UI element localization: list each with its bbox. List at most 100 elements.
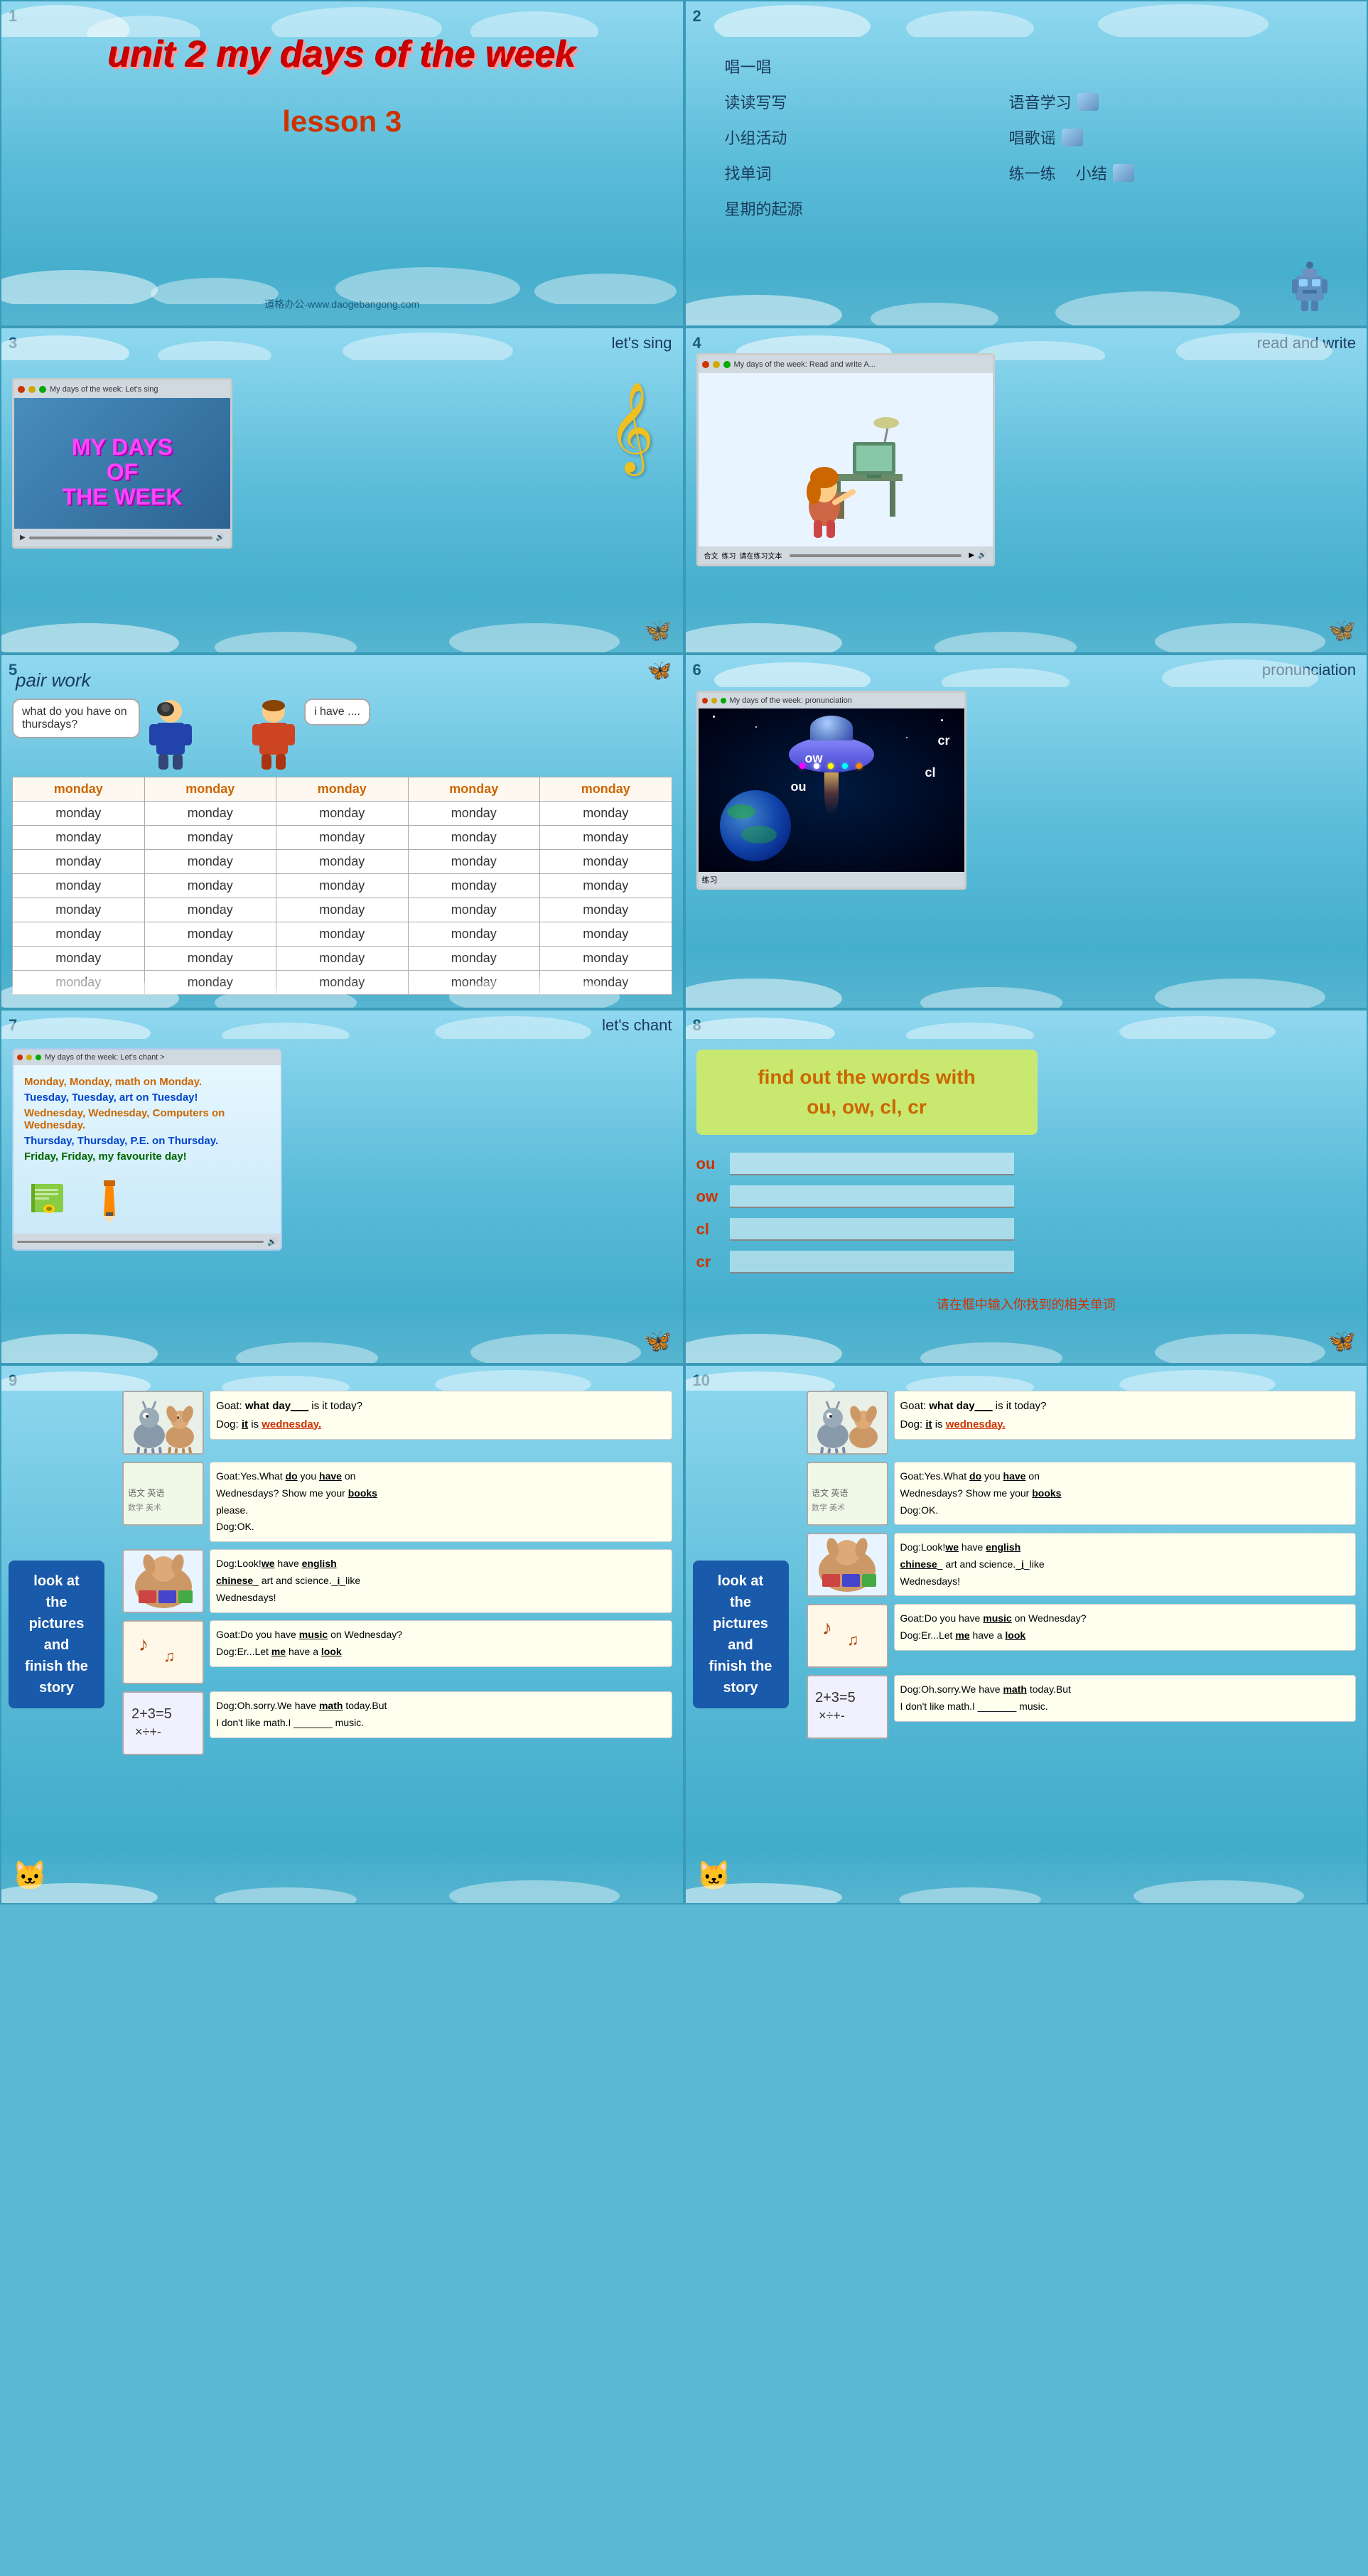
story-text-9-2: Goat:Yes.What do you have on Wednesdays?… <box>210 1462 672 1542</box>
speech-bubble-1: what do you have on thursdays? <box>12 699 140 738</box>
menu-item-practice[interactable]: 练一练 小结 <box>1009 161 1327 184</box>
character-2 <box>249 699 298 770</box>
story-panel-10-4: ♪ ♫ Goat:Do you have music on Wednesday?… <box>807 1604 1357 1668</box>
video-text-3: MY DAYSOFTHE WEEK <box>63 435 183 510</box>
word-table-cell: monday <box>144 826 276 850</box>
story-panel-10-1: Goat: what day___ is it today? Dog: it i… <box>807 1391 1357 1455</box>
word-table-cell: monday <box>144 874 276 898</box>
word-table-row: mondaymondaymondaymondaymonday <box>13 898 672 922</box>
cell-4-video[interactable]: My days of the week: Read and write A... <box>696 353 995 566</box>
menu-item-group[interactable]: 小组活动 <box>725 126 981 149</box>
story-panels-9: Goat: what day___ is it today? Dog: it i… <box>122 1391 672 1755</box>
menu-item-findword[interactable]: 找单词 <box>725 161 981 184</box>
svg-text:2+3=5: 2+3=5 <box>815 1690 856 1705</box>
ow-label: ow <box>696 1187 721 1206</box>
svg-text:数学 美术: 数学 美术 <box>128 1502 161 1512</box>
word-table-cell: monday <box>540 874 672 898</box>
ou-input[interactable] <box>730 1153 1014 1175</box>
svg-text:语文 英语: 语文 英语 <box>128 1487 164 1498</box>
ou-row: ou <box>696 1153 1357 1175</box>
cell-9: 9 look atthepicturesandfinish thestory <box>0 1364 684 1904</box>
cl-row: cl <box>696 1218 1357 1241</box>
char-img-9-5: 2+3=5 ×÷+- <box>122 1691 204 1755</box>
char-img-9-1 <box>122 1391 204 1455</box>
cell-1-subtitle: lesson 3 <box>12 104 672 139</box>
word-table-cell: monday <box>13 922 145 947</box>
word-table-cell: monday <box>144 947 276 971</box>
char-img-9-4: ♪ ♫ <box>122 1620 204 1684</box>
cell-7: 7 let's chant My days of the week: Let's… <box>0 1009 684 1364</box>
story-panel-10-5: 2+3=5 ×÷+- Dog:Oh.sorry.We have math tod… <box>807 1675 1357 1739</box>
cell-8: 8 find out the words with ou, ow, cl, cr… <box>684 1009 1368 1364</box>
word-table-cell: monday <box>540 850 672 874</box>
word-table-row: mondaymondaymondaymondaymonday <box>13 922 672 947</box>
menu-item-origin[interactable]: 星期的起源 <box>725 197 1328 220</box>
menu-item-phonics[interactable]: 语音学习 <box>1009 90 1327 113</box>
story-panel-9-4: ♪ ♫ Goat:Do you have music on Wednesday?… <box>122 1620 672 1684</box>
word-table-cell: monday <box>540 947 672 971</box>
cr-row: cr <box>696 1251 1357 1273</box>
word-table-cell: monday <box>13 898 145 922</box>
pair-work-characters: what do you have on thursdays? <box>12 699 672 770</box>
cell-4: 4 read and write My days of the week: Re… <box>684 327 1368 654</box>
phonics-icon <box>1077 93 1099 111</box>
svg-text:数学 美术: 数学 美术 <box>812 1502 845 1512</box>
phonics-ow: ow <box>805 751 823 766</box>
svg-text:♫: ♫ <box>847 1631 859 1649</box>
svg-text:×÷+-: ×÷+- <box>819 1708 845 1723</box>
word-table-cell: monday <box>408 922 540 947</box>
cell-3: 3 let's sing My days of the week: Let's … <box>0 327 684 654</box>
word-table-cell: monday <box>144 898 276 922</box>
cl-input[interactable] <box>730 1218 1014 1241</box>
word-table-cell: monday <box>144 850 276 874</box>
find-title: find out the words with ou, ow, cl, cr <box>696 1050 1038 1135</box>
ow-input[interactable] <box>730 1185 1014 1208</box>
word-table-cell: monday <box>13 850 145 874</box>
word-table-cell: monday <box>13 874 145 898</box>
look-at-box-10: look atthepicturesandfinish thestory <box>693 1561 789 1708</box>
char-img-10-3 <box>807 1533 888 1597</box>
cell-1-watermark: 道格办公-www.daogebangong.com <box>264 297 419 311</box>
chant-line-2: Tuesday, Tuesday, art on Tuesday! <box>24 1092 270 1104</box>
phonics-input-area: ou ow cl cr <box>696 1153 1357 1273</box>
word-table-header-cell: monday <box>276 777 409 802</box>
cell-3-video[interactable]: My days of the week: Let's sing MY DAYSO… <box>12 378 232 549</box>
menu-item-sing[interactable]: 唱一唱 <box>725 55 1328 77</box>
story-panel-9-2: 语文 英语 数学 美术 Goat:Yes.What do you have on… <box>122 1462 672 1542</box>
menu-item-readwrite[interactable]: 读读写写 <box>725 90 981 113</box>
svg-text:♫: ♫ <box>163 1647 176 1665</box>
butterfly-decoration-5: 🦋 <box>647 659 672 682</box>
cell-5: 5 🦋 pair work what do you have on thursd… <box>0 654 684 1009</box>
word-table-row: mondaymondaymondaymondaymonday <box>13 850 672 874</box>
word-table-cell: monday <box>408 898 540 922</box>
word-table-row: mondaymondaymondaymondaymonday <box>13 826 672 850</box>
menu-item-song[interactable]: 唱歌谣 <box>1009 126 1327 149</box>
main-grid: 1 unit 2 my days of the week lesson 3 道格… <box>0 0 1368 1904</box>
svg-text:语文 英语: 语文 英语 <box>812 1487 848 1498</box>
char-img-10-1 <box>807 1391 888 1455</box>
char-img-10-4: ♪ ♫ <box>807 1604 888 1668</box>
character-1 <box>146 699 195 770</box>
word-table-row: mondaymondaymondaymondaymonday <box>13 802 672 826</box>
word-table-cell: monday <box>13 947 145 971</box>
cell-5-number: 5 <box>9 661 17 679</box>
cl-label: cl <box>696 1220 721 1239</box>
video-title-4: My days of the week: Read and write A... <box>734 360 876 369</box>
word-table-cell: monday <box>540 802 672 826</box>
chant-line-1: Monday, Monday, math on Monday. <box>24 1076 270 1088</box>
word-table: mondaymondaymondaymondaymondaymondaymond… <box>12 777 672 995</box>
word-table-cell: monday <box>276 802 409 826</box>
word-table-cell: monday <box>408 947 540 971</box>
phonics-cl: cl <box>925 765 935 780</box>
word-table-cell: monday <box>276 898 409 922</box>
word-table-cell: monday <box>144 922 276 947</box>
chant-line-3: Wednesday, Wednesday, Computers on Wedne… <box>24 1107 270 1131</box>
word-table-cell: monday <box>408 802 540 826</box>
cell-2-menu: 唱一唱 读读写写 语音学习 小组活动 唱歌谣 找单词 练一 <box>696 41 1357 234</box>
video-title-3: My days of the week: Let's sing <box>50 385 227 394</box>
char-img-9-3 <box>122 1549 204 1613</box>
cr-input[interactable] <box>730 1251 1014 1273</box>
music-note: 𝄞 <box>608 382 654 473</box>
cell-6-video[interactable]: My days of the week: pronunciation <box>696 691 966 890</box>
story-panel-9-1: Goat: what day___ is it today? Dog: it i… <box>122 1391 672 1455</box>
